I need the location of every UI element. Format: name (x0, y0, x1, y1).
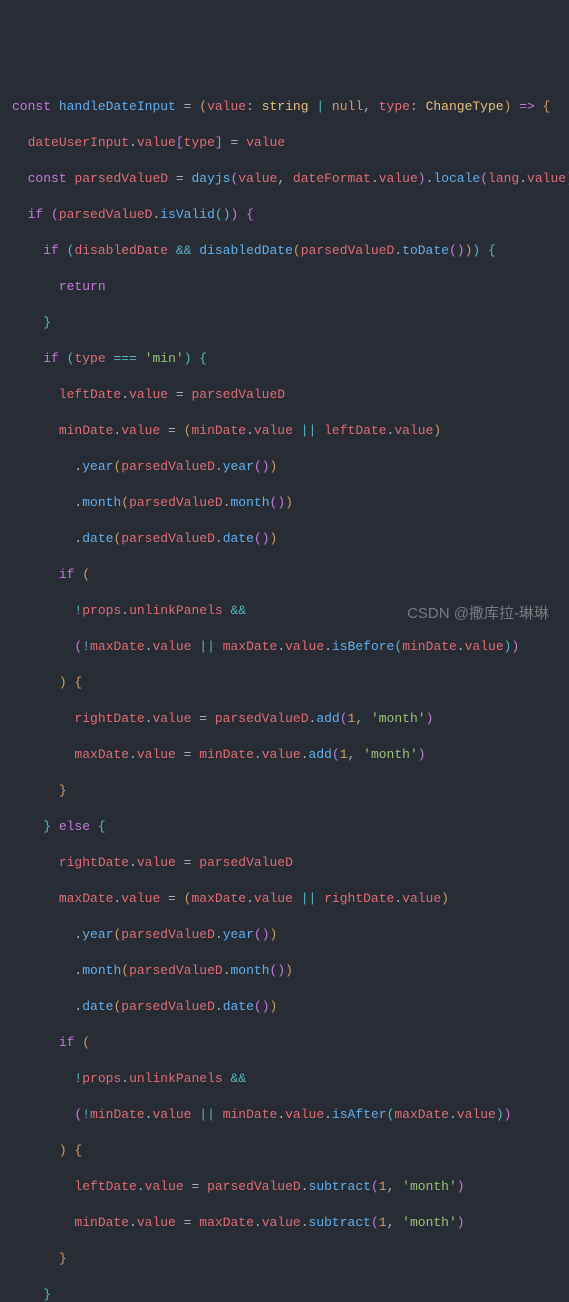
code-line: rightDate.value = parsedValueD (12, 854, 569, 872)
code-line: if (type === 'min') { (12, 350, 569, 368)
code-line: const parsedValueD = dayjs(value, dateFo… (12, 170, 569, 188)
code-line: rightDate.value = parsedValueD.add(1, 'm… (12, 710, 569, 728)
code-line: maxDate.value = minDate.value.add(1, 'mo… (12, 746, 569, 764)
code-line: dateUserInput.value[type] = value (12, 134, 569, 152)
code-line: .month(parsedValueD.month()) (12, 962, 569, 980)
code-line: leftDate.value = parsedValueD.subtract(1… (12, 1178, 569, 1196)
code-line: minDate.value = (minDate.value || leftDa… (12, 422, 569, 440)
code-line: } (12, 782, 569, 800)
code-line: } (12, 1286, 569, 1302)
code-line: .month(parsedValueD.month()) (12, 494, 569, 512)
code-line: } else { (12, 818, 569, 836)
code-line: ) { (12, 674, 569, 692)
code-line: if (parsedValueD.isValid()) { (12, 206, 569, 224)
code-line: .year(parsedValueD.year()) (12, 926, 569, 944)
watermark-text: CSDN @撒库拉-琳琳 (407, 605, 549, 623)
code-line: const handleDateInput = (value: string |… (12, 98, 569, 116)
code-line: ) { (12, 1142, 569, 1160)
code-line: maxDate.value = (maxDate.value || rightD… (12, 890, 569, 908)
code-line: minDate.value = maxDate.value.subtract(1… (12, 1214, 569, 1232)
code-line: if ( (12, 1034, 569, 1052)
code-line: leftDate.value = parsedValueD (12, 386, 569, 404)
code-line: } (12, 1250, 569, 1268)
code-line: .date(parsedValueD.date()) (12, 998, 569, 1016)
code-line: } (12, 314, 569, 332)
code-line: if ( (12, 566, 569, 584)
code-line: (!maxDate.value || maxDate.value.isBefor… (12, 638, 569, 656)
code-line: !props.unlinkPanels && (12, 1070, 569, 1088)
code-line: if (disabledDate && disabledDate(parsedV… (12, 242, 569, 260)
code-line: return (12, 278, 569, 296)
code-line: .date(parsedValueD.date()) (12, 530, 569, 548)
code-line: (!minDate.value || minDate.value.isAfter… (12, 1106, 569, 1124)
code-editor: const handleDateInput = (value: string |… (12, 80, 569, 1302)
code-line: .year(parsedValueD.year()) (12, 458, 569, 476)
